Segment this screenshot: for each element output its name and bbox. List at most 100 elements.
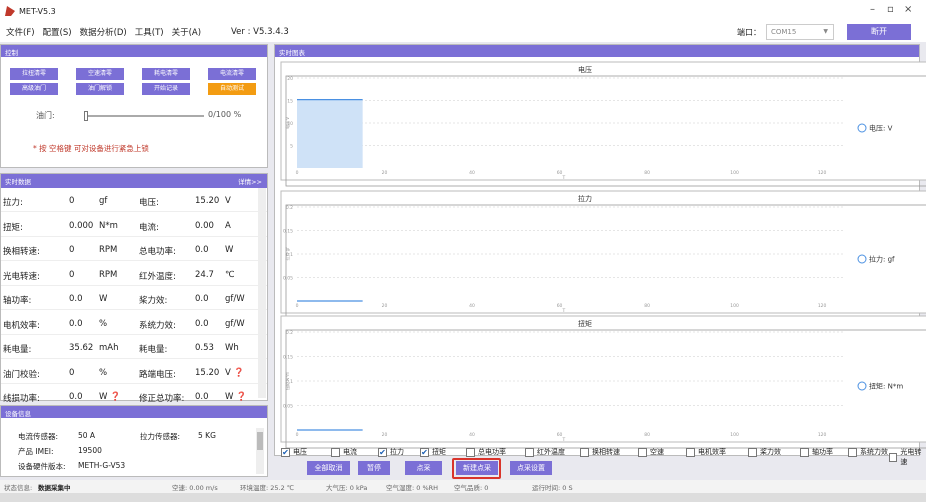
x-tick-label: 100 bbox=[730, 432, 739, 438]
chart-frame bbox=[280, 315, 926, 443]
series-checkbox-label: 空速 bbox=[650, 448, 664, 456]
series-checkbox[interactable]: 系统力效 bbox=[848, 447, 888, 457]
series-checkbox-label: 光电转速 bbox=[900, 448, 922, 466]
series-checkbox-label: 换相转速 bbox=[592, 448, 620, 456]
pressure-readout: 大气压: 0 kPa bbox=[326, 484, 368, 492]
y-axis-label: 扭矩 N*m bbox=[284, 372, 290, 390]
checkbox-unchecked-icon[interactable] bbox=[580, 447, 589, 457]
checkbox-unchecked-icon[interactable] bbox=[848, 447, 857, 457]
series-checkbox[interactable]: 光电转速 bbox=[889, 447, 926, 467]
x-axis-label: T bbox=[562, 308, 566, 314]
series-checkbox[interactable]: 电机效率 bbox=[686, 447, 726, 457]
x-tick-label: 0 bbox=[296, 170, 299, 176]
y-axis-label: 拉力 gf bbox=[284, 247, 290, 261]
checkbox-unchecked-icon[interactable] bbox=[638, 447, 647, 457]
series-checkbox-label: 扭矩 bbox=[432, 448, 446, 456]
legend-marker-icon bbox=[857, 123, 867, 133]
chart-title: 扭矩 bbox=[578, 319, 592, 328]
bottom-strip bbox=[0, 493, 926, 502]
cancel-all-button[interactable]: 全部取消 bbox=[307, 461, 350, 475]
x-tick-label: 20 bbox=[382, 170, 388, 176]
checkbox-unchecked-icon[interactable] bbox=[466, 447, 475, 457]
series-checkbox[interactable]: 换相转速 bbox=[580, 447, 620, 457]
point-sample-settings-button[interactable]: 点采设置 bbox=[510, 461, 552, 475]
run-time-readout: 运行时间: 0 S bbox=[532, 484, 573, 492]
status-bar: 状态信息: 数据采集中 空速: 0.00 m/s 环境温度: 25.2 ℃ 大气… bbox=[0, 480, 926, 493]
y-tick-label: 0.15 bbox=[283, 355, 293, 361]
checkbox-unchecked-icon[interactable] bbox=[889, 452, 898, 462]
series-checkbox-label: 拉力 bbox=[390, 448, 404, 456]
x-axis-label: T bbox=[562, 437, 566, 443]
highlight-box bbox=[452, 458, 501, 479]
y-tick-label: 0.2 bbox=[286, 205, 293, 211]
pause-button[interactable]: 暂停 bbox=[358, 461, 390, 475]
x-tick-label: 120 bbox=[818, 432, 827, 438]
legend-marker-icon bbox=[857, 381, 867, 391]
y-tick-label: 20 bbox=[287, 76, 293, 82]
charts-svg: 电压51015200 20 40 60 80 100 120T电压 V 电压: V拉力0.05… bbox=[280, 61, 926, 449]
area-fill bbox=[297, 99, 363, 168]
checkbox-checked-icon[interactable]: ✔ bbox=[281, 447, 290, 457]
x-tick-label: 40 bbox=[469, 303, 475, 309]
x-tick-label: 80 bbox=[644, 170, 650, 176]
chart-title: 电压 bbox=[578, 65, 592, 74]
status-label: 状态信息: bbox=[4, 484, 33, 492]
series-checkbox-label: 总电功率 bbox=[478, 448, 506, 456]
checkbox-checked-icon[interactable]: ✔ bbox=[378, 447, 387, 457]
series-checkbox-label: 电机效率 bbox=[698, 448, 726, 456]
series-checkbox-label: 电压 bbox=[293, 448, 307, 456]
chart-frame bbox=[280, 190, 926, 314]
series-checkbox-label: 桨力效 bbox=[760, 448, 781, 456]
x-tick-label: 20 bbox=[382, 303, 388, 309]
point-sample-button[interactable]: 点采 bbox=[405, 461, 442, 475]
y-axis-label: 电压 V bbox=[284, 117, 290, 129]
series-checkbox-label: 轴功率 bbox=[812, 448, 833, 456]
series-checkbox[interactable]: 桨力效 bbox=[748, 447, 781, 457]
checkbox-unchecked-icon[interactable] bbox=[800, 447, 809, 457]
x-tick-label: 120 bbox=[818, 170, 827, 176]
series-checkbox[interactable]: ✔ 拉力 bbox=[378, 447, 404, 457]
checkbox-unchecked-icon[interactable] bbox=[686, 447, 695, 457]
y-tick-label: 0.05 bbox=[283, 404, 293, 410]
series-checkbox[interactable]: ✔ 扭矩 bbox=[420, 447, 446, 457]
x-tick-label: 80 bbox=[644, 303, 650, 309]
y-tick-label: 0.05 bbox=[283, 276, 293, 282]
x-tick-label: 100 bbox=[730, 170, 739, 176]
x-tick-label: 80 bbox=[644, 432, 650, 438]
series-checkbox[interactable]: ✔ 电压 bbox=[281, 447, 307, 457]
airspeed-readout: 空速: 0.00 m/s bbox=[172, 484, 218, 492]
checkbox-checked-icon[interactable]: ✔ bbox=[420, 447, 429, 457]
series-checkbox[interactable]: 红外温度 bbox=[525, 447, 565, 457]
status-value: 数据采集中 bbox=[38, 484, 71, 492]
x-tick-label: 40 bbox=[469, 170, 475, 176]
checkbox-unchecked-icon[interactable] bbox=[331, 447, 340, 457]
series-checkbox[interactable]: 轴功率 bbox=[800, 447, 833, 457]
checkbox-unchecked-icon[interactable] bbox=[525, 447, 534, 457]
x-axis-label: T bbox=[562, 175, 566, 181]
legend-label: 拉力: gf bbox=[869, 255, 895, 264]
checkbox-unchecked-icon[interactable] bbox=[748, 447, 757, 457]
x-tick-label: 120 bbox=[818, 303, 827, 309]
series-checkbox-label: 电流 bbox=[343, 448, 357, 456]
y-tick-label: 0.15 bbox=[283, 229, 293, 235]
legend-marker-icon bbox=[857, 254, 867, 264]
series-checkbox[interactable]: 总电功率 bbox=[466, 447, 506, 457]
env-temp-readout: 环境温度: 25.2 ℃ bbox=[240, 484, 295, 492]
humidity-readout: 空气湿度: 0 %RH bbox=[386, 484, 439, 492]
series-checkbox[interactable]: 空速 bbox=[638, 447, 664, 457]
series-checkbox[interactable]: 电流 bbox=[331, 447, 357, 457]
legend-label: 电压: V bbox=[869, 124, 893, 133]
x-tick-label: 40 bbox=[469, 432, 475, 438]
x-tick-label: 0 bbox=[296, 432, 299, 438]
y-tick-label: 5 bbox=[290, 144, 293, 150]
y-tick-label: 15 bbox=[287, 99, 293, 105]
legend-label: 扭矩: N*m bbox=[869, 382, 903, 391]
chart-title: 拉力 bbox=[578, 194, 592, 203]
series-checkbox-label: 红外温度 bbox=[537, 448, 565, 456]
x-tick-label: 20 bbox=[382, 432, 388, 438]
x-tick-label: 0 bbox=[296, 303, 299, 309]
y-tick-label: 0.2 bbox=[286, 330, 293, 336]
series-checkbox-label: 系统力效 bbox=[860, 448, 888, 456]
x-tick-label: 100 bbox=[730, 303, 739, 309]
air-quality-readout: 空气品质: 0 bbox=[454, 484, 489, 492]
